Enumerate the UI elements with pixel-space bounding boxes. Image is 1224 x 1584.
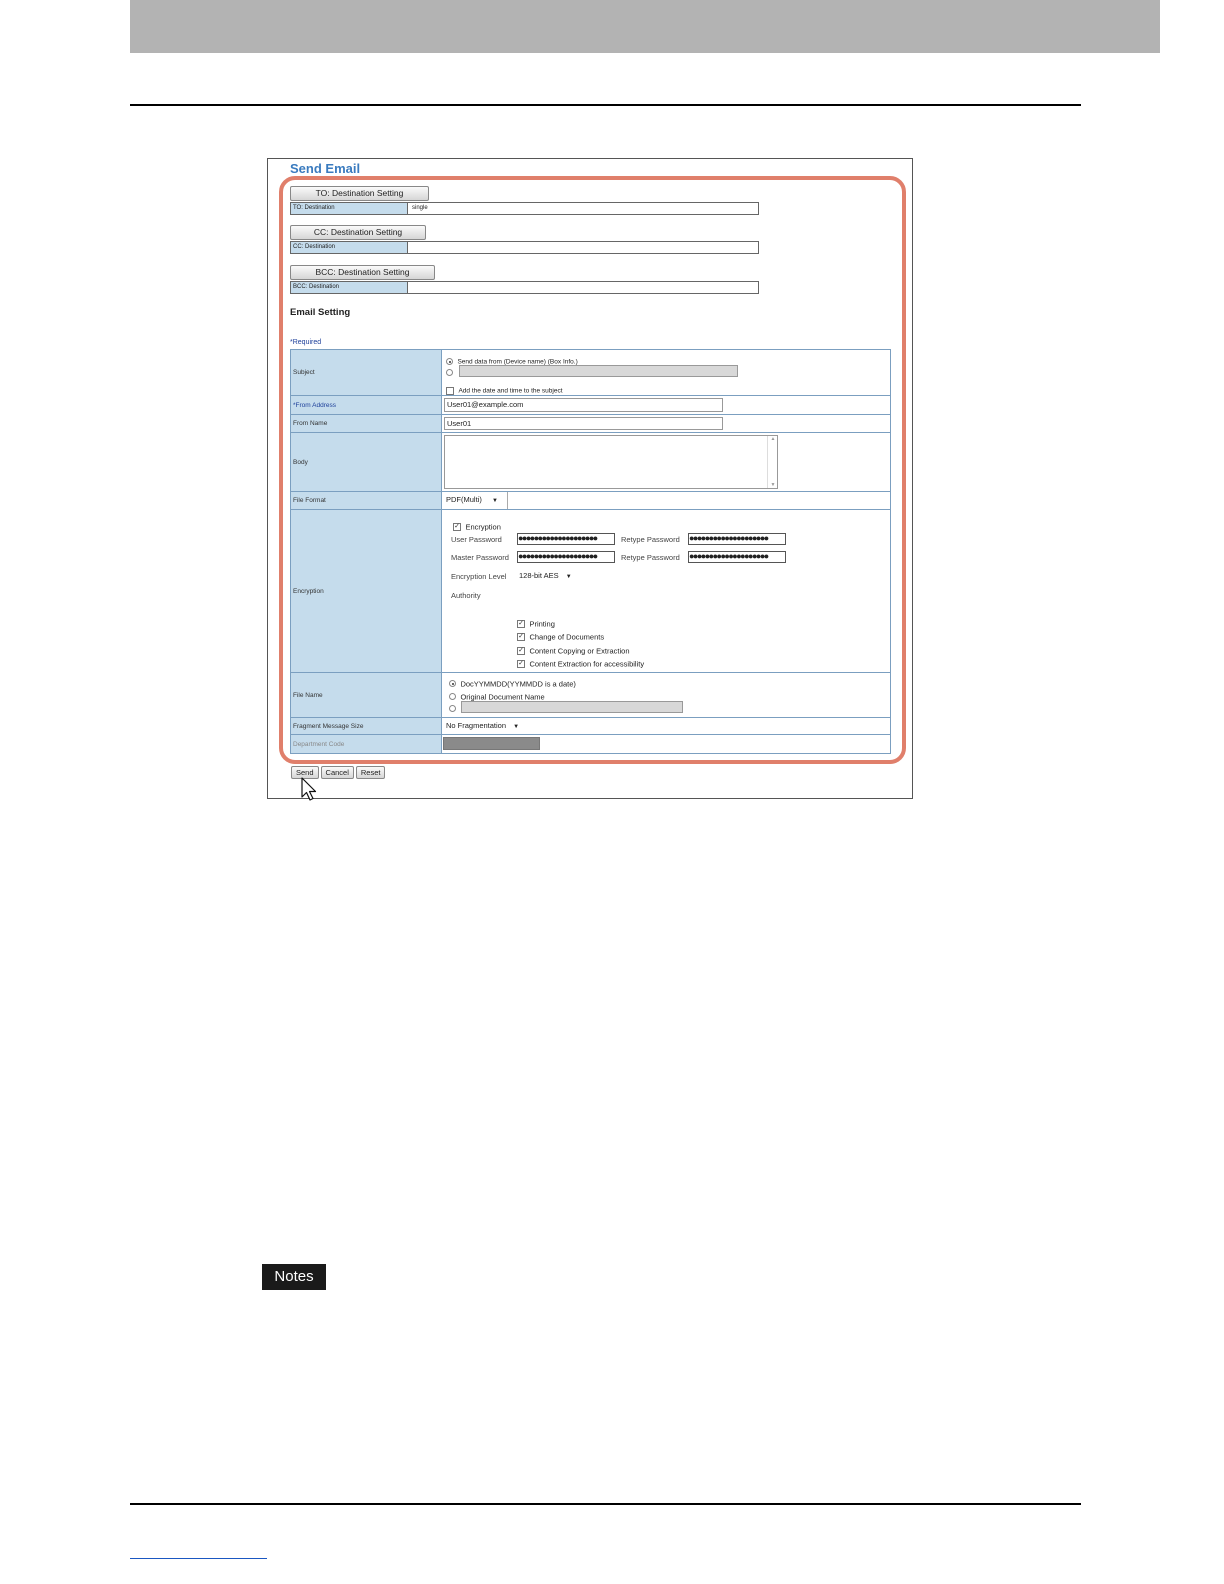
footer-link-underline[interactable] [130, 1558, 267, 1559]
body-textarea[interactable] [444, 435, 778, 489]
file-name-custom-input[interactable] [461, 701, 683, 713]
encryption-label: Encryption [291, 510, 442, 672]
retype-password-label-2: Retype Password [621, 553, 680, 562]
encryption-checkbox-label: Encryption [465, 522, 501, 532]
authority-change-label: Change of Documents [529, 632, 605, 642]
file-format-select[interactable]: PDF(Multi) ▼ [446, 494, 498, 506]
encryption-level-label: Encryption Level [451, 572, 507, 581]
body-scrollbar[interactable]: ▲ ▼ [767, 436, 778, 488]
printing-checkbox[interactable]: ✓ [517, 619, 525, 628]
authority-printing-label: Printing [529, 619, 555, 629]
encryption-level-value: 128-bit AES [519, 571, 559, 580]
file-name-option-2-radio[interactable] [449, 693, 456, 701]
chevron-down-icon: ▼ [513, 724, 520, 730]
cc-destination-label: CC: Destination [291, 242, 408, 253]
file-name-custom-radio[interactable] [449, 705, 456, 712]
from-address-label: *From Address [291, 396, 442, 414]
encryption-row: Encryption ✓ Encryption User Password ●●… [291, 510, 890, 673]
retype-password-label-1: Retype Password [621, 535, 680, 544]
authority-copying-label: Content Copying or Extraction [529, 646, 630, 656]
bcc-destination-setting-button[interactable]: BCC: Destination Setting [290, 265, 435, 280]
cc-destination-setting-button[interactable]: CC: Destination Setting [290, 225, 426, 240]
fragment-value: No Fragmentation [446, 721, 507, 730]
add-datetime-checkbox[interactable] [446, 386, 454, 395]
to-destination-label: TO: Destination [291, 203, 408, 214]
user-password-label: User Password [451, 535, 502, 544]
fragment-select[interactable]: No Fragmentation ▼ [446, 720, 519, 732]
to-destination-setting-button[interactable]: TO: Destination Setting [290, 186, 429, 201]
file-name-label: File Name [291, 673, 442, 717]
select-divider [507, 492, 508, 509]
to-destination-value: single [408, 203, 758, 214]
header-bar [130, 0, 1160, 53]
page-title: Send Email [290, 161, 361, 176]
from-name-row: From Name User01 [291, 415, 890, 433]
to-destination-row: TO: Destination single [290, 202, 759, 215]
bcc-destination-label: BCC: Destination [291, 282, 408, 293]
from-name-input[interactable]: User01 [444, 417, 723, 430]
body-row: Body ▲ ▼ [291, 433, 890, 492]
add-datetime-label: Add the date and time to the subject [458, 387, 563, 395]
fragment-row: Fragment Message Size No Fragmentation ▼ [291, 718, 890, 735]
required-note: *Required [290, 339, 322, 346]
retype-password-input-1[interactable]: ●●●●●●●●●●●●●●●●●●●● [688, 533, 786, 545]
chevron-down-icon: ▼ [491, 498, 498, 504]
subject-label: Subject [291, 350, 442, 395]
content-copying-checkbox[interactable]: ✓ [517, 646, 525, 655]
file-name-option-1-radio[interactable] [449, 680, 456, 688]
from-name-label: From Name [291, 415, 442, 432]
bcc-destination-value [408, 282, 758, 293]
email-setting-table: Subject Send data from (Device name) (Bo… [290, 349, 891, 754]
subject-custom-radio[interactable] [446, 369, 453, 376]
authority-label: Authority [451, 591, 481, 600]
department-code-input [443, 737, 540, 750]
master-password-label: Master Password [451, 553, 509, 562]
scroll-up-icon[interactable]: ▲ [768, 436, 778, 442]
department-label: Department Code [291, 735, 442, 753]
reset-button[interactable]: Reset [355, 766, 386, 779]
from-address-row: *From Address User01@example.com [291, 396, 890, 415]
mouse-pointer-icon [301, 777, 317, 801]
authority-extraction-label: Content Extraction for accessibility [529, 659, 645, 669]
subject-default-radio[interactable] [446, 358, 453, 366]
top-rule [130, 104, 1081, 106]
body-label: Body [291, 433, 442, 491]
file-format-value: PDF(Multi) [446, 495, 482, 504]
user-password-input[interactable]: ●●●●●●●●●●●●●●●●●●●● [517, 533, 615, 545]
file-name-row: File Name DocYYMMDD(YYMMDD is a date) Or… [291, 673, 890, 718]
notes-badge: Notes [262, 1264, 326, 1290]
file-format-row: File Format PDF(Multi) ▼ [291, 492, 890, 510]
scroll-down-icon[interactable]: ▼ [768, 482, 778, 488]
cancel-button[interactable]: Cancel [320, 766, 354, 779]
authority-item: ✓ Content Extraction for accessibility [517, 655, 644, 673]
send-email-panel: Send Email TO: Destination Setting TO: D… [267, 158, 913, 801]
file-format-label: File Format [291, 492, 442, 509]
content-extraction-checkbox[interactable]: ✓ [517, 659, 525, 668]
retype-password-input-2[interactable]: ●●●●●●●●●●●●●●●●●●●● [688, 551, 786, 563]
file-name-option-1-label: DocYYMMDD(YYMMDD is a date) [460, 679, 576, 689]
encryption-checkbox[interactable]: ✓ [453, 522, 461, 531]
subject-custom-input[interactable] [459, 365, 738, 377]
encryption-level-select[interactable]: 128-bit AES ▼ [519, 570, 572, 582]
bottom-rule [130, 1503, 1081, 1505]
email-setting-title: Email Setting [290, 307, 351, 318]
cc-destination-row: CC: Destination [290, 241, 759, 254]
subject-row: Subject Send data from (Device name) (Bo… [291, 350, 890, 396]
file-name-option-2-label: Original Document Name [460, 692, 545, 702]
cc-destination-value [408, 242, 758, 253]
chevron-down-icon: ▼ [565, 574, 572, 580]
fragment-label: Fragment Message Size [291, 718, 442, 734]
bcc-destination-row: BCC: Destination [290, 281, 759, 294]
department-row: Department Code [291, 735, 890, 753]
from-address-input[interactable]: User01@example.com [444, 398, 723, 412]
master-password-input[interactable]: ●●●●●●●●●●●●●●●●●●●● [517, 551, 615, 563]
change-documents-checkbox[interactable]: ✓ [517, 632, 525, 641]
